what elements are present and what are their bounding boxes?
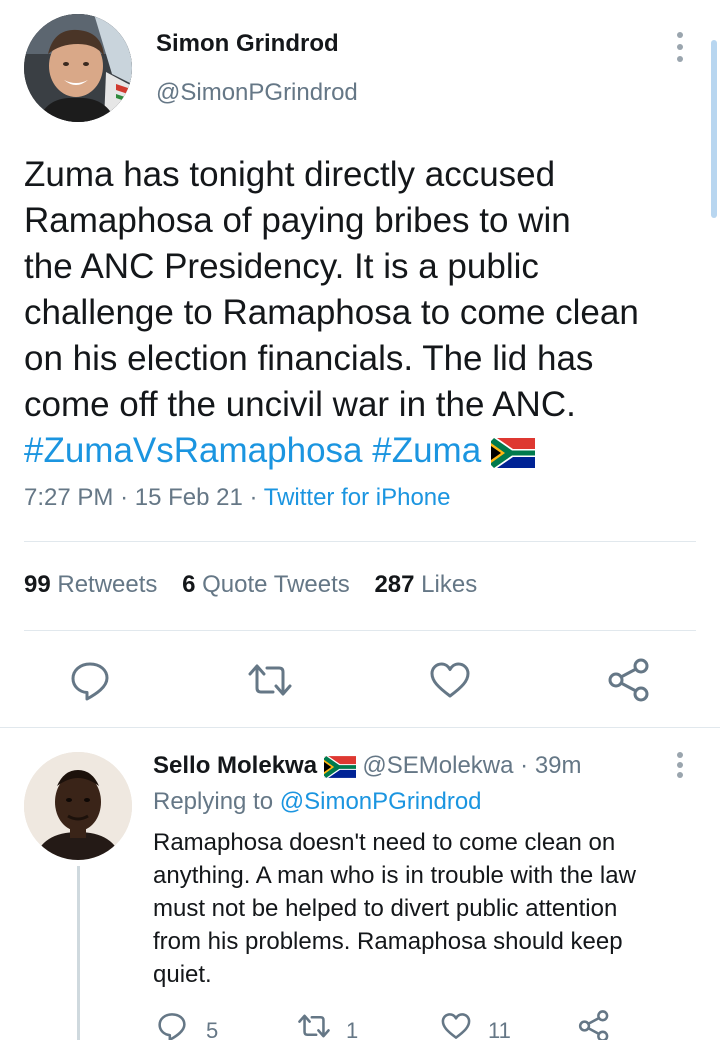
divider	[24, 630, 696, 631]
tweet-stats: 99 Retweets 6 Quote Tweets 287 Likes	[24, 571, 477, 599]
like-icon	[441, 1013, 471, 1039]
quotes-label: Quote Tweets	[202, 571, 350, 598]
scrollbar[interactable]	[711, 40, 717, 218]
quotes-count: 6	[182, 571, 196, 598]
reply-more-options-icon[interactable]	[670, 752, 690, 780]
reply-icon	[158, 1013, 186, 1040]
tweet-text-line: on his election financials. The lid has	[24, 339, 594, 378]
tweet-meta: 7:27 PM · 15 Feb 21 · Twitter for iPhone	[24, 484, 450, 512]
reply-age: 39m	[534, 752, 582, 779]
more-options-icon[interactable]	[670, 30, 690, 64]
tweet-text-line: Ramaphosa of paying bribes to win	[24, 201, 571, 240]
tweet-time: 7:27 PM	[24, 484, 114, 511]
tweet-date: 15 Feb 21	[134, 484, 243, 511]
reply-retweet-count: 1	[346, 1018, 359, 1040]
thread-line	[77, 866, 80, 1040]
author-handle[interactable]: @SimonPGrindrod	[156, 79, 358, 107]
meta-separator: ·	[520, 752, 529, 779]
reply-icon[interactable]	[68, 658, 112, 702]
author-name[interactable]: Simon Grindrod	[156, 30, 339, 58]
meta-separator: ·	[249, 484, 258, 511]
hashtag-link[interactable]: #Zuma	[372, 431, 481, 470]
reply-text-line: from his problems. Ramaphosa should keep	[153, 928, 623, 955]
reply-reply-count: 5	[206, 1018, 219, 1040]
hashtag-link[interactable]: #ZumaVsRamaphosa	[24, 431, 363, 470]
reply-like-count: 11	[488, 1018, 511, 1040]
author-avatar[interactable]	[24, 14, 132, 122]
south-africa-flag-icon	[490, 437, 535, 468]
retweets-label: Retweets	[57, 571, 158, 598]
reply-share-button[interactable]	[578, 1010, 618, 1040]
tweet-text: Zuma has tonight directly accused Ramaph…	[24, 152, 704, 474]
retweet-icon	[298, 1014, 330, 1038]
reply-text-line: anything. A man who is in trouble with t…	[153, 862, 636, 889]
quotes-stat[interactable]: 6 Quote Tweets	[182, 571, 350, 598]
share-icon	[578, 1010, 609, 1040]
tweet-text-line: challenge to Ramaphosa to come clean	[24, 293, 639, 332]
reply-author-avatar[interactable]	[24, 752, 132, 860]
tweet-text-line: come off the uncivil war in the ANC.	[24, 385, 576, 424]
likes-count: 287	[374, 571, 415, 598]
retweets-stat[interactable]: 99 Retweets	[24, 571, 157, 598]
reply-author-name[interactable]: Sello Molekwa	[153, 752, 317, 779]
retweet-icon[interactable]	[248, 658, 292, 702]
reply-reply-button[interactable]: 5	[156, 1010, 236, 1040]
tweet-source-link[interactable]: Twitter for iPhone	[264, 484, 451, 511]
share-icon[interactable]	[607, 658, 651, 702]
reply-header: Sello Molekwa @SEMolekwa · 39m	[153, 752, 582, 780]
meta-separator: ·	[120, 484, 129, 511]
reply-text-line: Ramaphosa doesn't need to come clean on	[153, 829, 616, 856]
reply-text-line: quiet.	[153, 961, 212, 988]
replying-to: Replying to @SimonPGrindrod	[153, 788, 482, 816]
likes-stat[interactable]: 287 Likes	[374, 571, 477, 598]
reply-retweet-button[interactable]: 1	[296, 1010, 376, 1040]
retweets-count: 99	[24, 571, 51, 598]
like-icon[interactable]	[428, 658, 472, 702]
tweet-text-line: Zuma has tonight directly accused	[24, 155, 556, 194]
likes-label: Likes	[421, 571, 478, 598]
south-africa-flag-icon	[323, 755, 356, 778]
reply-text-line: must not be helped to divert public atte…	[153, 895, 618, 922]
replying-to-link[interactable]: @SimonPGrindrod	[280, 788, 482, 815]
replying-label: Replying to	[153, 788, 274, 815]
hashtag-line: #ZumaVsRamaphosa #Zuma	[24, 428, 704, 474]
tweet-text-line: the ANC Presidency. It is a public	[24, 247, 539, 286]
reply-author-handle[interactable]: @SEMolekwa	[362, 752, 513, 779]
divider	[24, 541, 696, 542]
divider	[0, 727, 720, 728]
reply-like-button[interactable]: 11	[440, 1010, 530, 1040]
reply-text: Ramaphosa doesn't need to come clean on …	[153, 826, 693, 991]
